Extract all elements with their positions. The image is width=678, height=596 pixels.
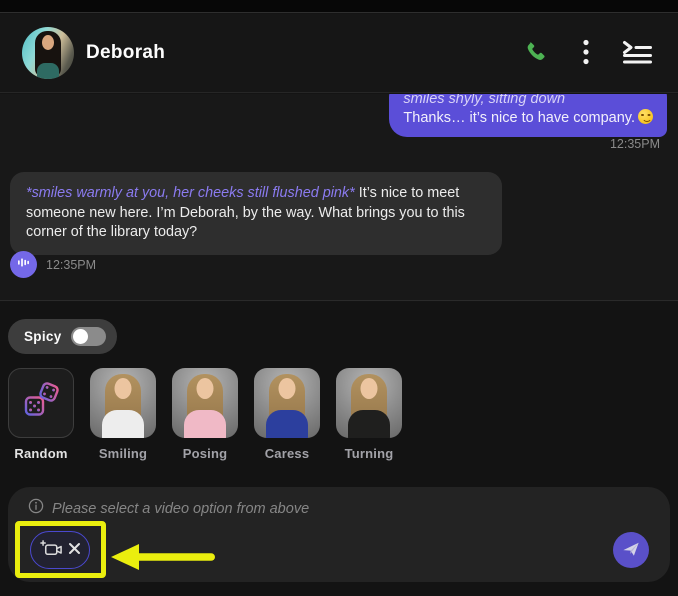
call-button[interactable] xyxy=(515,33,555,73)
status-strip xyxy=(0,0,678,13)
dice-icon xyxy=(20,380,62,427)
collapse-panel-icon xyxy=(622,40,653,67)
video-option-smiling[interactable] xyxy=(90,368,156,438)
message-timestamp: 12:35PM xyxy=(46,257,97,272)
chat-partner-name: Deborah xyxy=(86,42,166,63)
video-option-label: Posing xyxy=(182,446,228,461)
more-options-button[interactable] xyxy=(566,33,606,73)
phone-icon xyxy=(523,40,547,67)
close-icon xyxy=(68,542,81,558)
video-option-caress[interactable] xyxy=(254,368,320,438)
video-options-panel: Spicy Random Smiling Posing Caress Turni… xyxy=(0,302,678,596)
message-list[interactable]: smiles shyly, sitting down Thanks… it’s … xyxy=(0,94,678,301)
send-icon xyxy=(622,540,640,561)
message-timestamp: 12:35PM xyxy=(609,137,660,151)
message-meta-row: 12:35PM xyxy=(10,251,96,278)
info-icon xyxy=(28,498,44,519)
video-option-posing[interactable] xyxy=(172,368,238,438)
smiling-emoji xyxy=(638,109,653,124)
cancel-video-mode-button[interactable] xyxy=(30,531,90,569)
message-text: Thanks… it’s nice to have company. xyxy=(403,109,653,128)
toggle-switch-off[interactable] xyxy=(70,327,106,346)
video-option-random[interactable] xyxy=(8,368,74,438)
video-camera-icon xyxy=(39,539,63,562)
outgoing-message-bubble: smiles shyly, sitting down Thanks… it’s … xyxy=(389,94,667,137)
spicy-toggle-label: Spicy xyxy=(24,329,62,344)
video-option-label: Turning xyxy=(344,446,394,461)
video-option-label: Caress xyxy=(264,446,310,461)
voice-message-icon xyxy=(17,256,30,274)
message-action-text: smiles shyly, sitting down xyxy=(403,94,566,107)
kebab-menu-icon xyxy=(583,39,589,68)
message-composer[interactable]: Please select a video option from above xyxy=(8,487,670,582)
avatar[interactable] xyxy=(22,27,74,79)
chat-header: Deborah xyxy=(0,14,678,93)
message-action-text: *smiles warmly at you, her cheeks still … xyxy=(26,185,355,201)
composer-placeholder-text: Please select a video option from above xyxy=(52,500,310,517)
open-side-panel-button[interactable] xyxy=(617,33,657,73)
incoming-message-bubble: *smiles warmly at you, her cheeks still … xyxy=(10,172,502,255)
send-message-button[interactable] xyxy=(613,532,649,568)
play-voice-button[interactable] xyxy=(10,251,37,278)
video-option-label: Random xyxy=(14,446,68,461)
spicy-toggle[interactable]: Spicy xyxy=(8,319,117,354)
chat-app-window: Deborah smiles shyly, sitting down Thank… xyxy=(0,0,678,596)
video-option-label: Smiling xyxy=(98,446,148,461)
composer-hint: Please select a video option from above xyxy=(28,498,309,519)
video-option-turning[interactable] xyxy=(336,368,402,438)
